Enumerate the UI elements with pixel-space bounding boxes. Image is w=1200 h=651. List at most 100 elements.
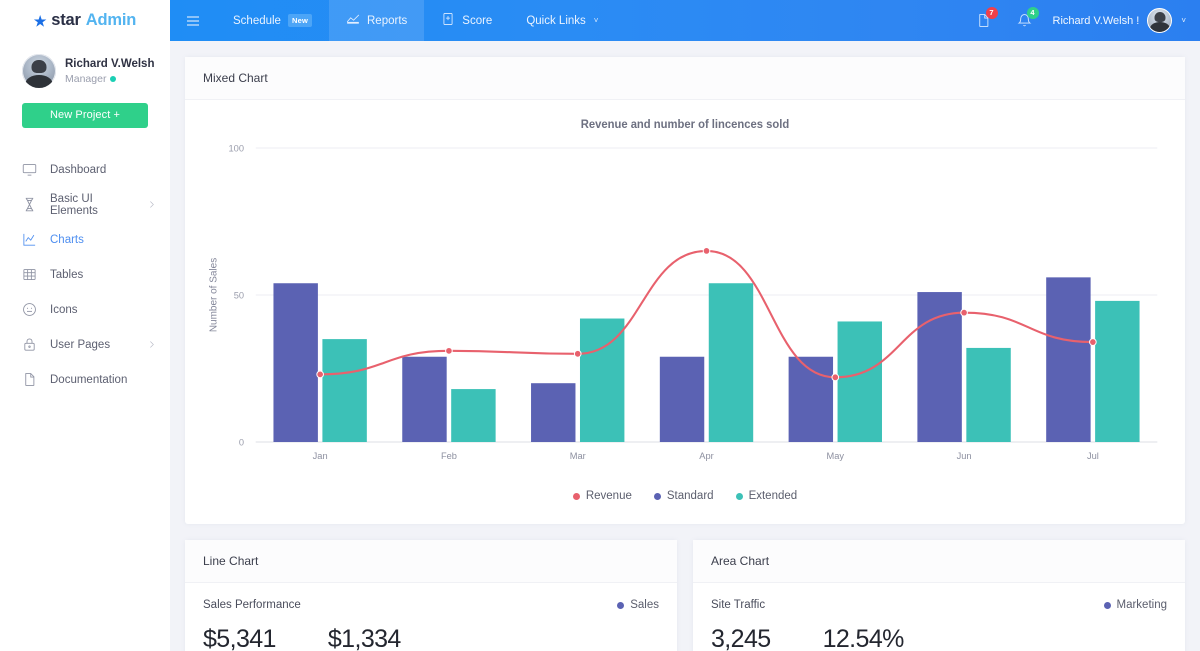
stat-value: $5,341 bbox=[203, 625, 276, 651]
smiley-icon bbox=[22, 302, 37, 317]
brand-logo[interactable]: ★ starAdmin bbox=[0, 0, 170, 41]
sidebar-item-label: User Pages bbox=[50, 339, 134, 351]
monitor-icon bbox=[22, 162, 37, 177]
online-dot-icon bbox=[110, 76, 116, 82]
legend-swatch bbox=[654, 493, 661, 500]
legend-label: Extended bbox=[749, 490, 798, 502]
notifications-count-badge: 4 bbox=[1027, 7, 1039, 19]
chevron-right-icon bbox=[147, 340, 156, 349]
bottom-cards-row: Line Chart Sales Performance Sales $5,34… bbox=[185, 540, 1185, 651]
legend-label: Sales bbox=[630, 599, 659, 611]
sidebar-item-icons[interactable]: Icons bbox=[0, 292, 170, 327]
mixed-chart-card: Mixed Chart Revenue and number of lincen… bbox=[185, 57, 1185, 524]
svg-text:Feb: Feb bbox=[441, 450, 457, 461]
sidebar-item-basic-ui-elements[interactable]: Basic UI Elements bbox=[0, 187, 170, 222]
svg-text:50: 50 bbox=[234, 289, 244, 300]
svg-text:Jul: Jul bbox=[1087, 450, 1099, 461]
sidebar-item-label: Basic UI Elements bbox=[50, 193, 134, 217]
sidebar-item-tables[interactable]: Tables bbox=[0, 257, 170, 292]
mixed-chart-svg: Revenue and number of lincences sold Numb… bbox=[201, 114, 1169, 484]
profile-role-label: Manager bbox=[65, 73, 106, 85]
legend-label: Marketing bbox=[1117, 599, 1168, 611]
line-chart-subtitle: Sales Performance bbox=[203, 599, 301, 611]
notifications-button[interactable]: 4 bbox=[1004, 0, 1045, 41]
line-chart-card: Line Chart Sales Performance Sales $5,34… bbox=[185, 540, 677, 651]
reports-icon bbox=[346, 12, 360, 29]
svg-text:0: 0 bbox=[239, 436, 244, 447]
area-chart-body: Site Traffic Marketing 3,245 Users bbox=[693, 583, 1185, 651]
stat-profits: $1,334 Profits bbox=[328, 625, 401, 651]
area-chart-card: Area Chart Site Traffic Marketing 3,245 bbox=[693, 540, 1185, 651]
legend-label: Standard bbox=[667, 490, 714, 502]
navbar-item-schedule[interactable]: Schedule New bbox=[216, 0, 329, 41]
legend-item-revenue[interactable]: Revenue bbox=[573, 490, 632, 502]
navbar-user-menu[interactable]: Richard V.Welsh ! ˅ bbox=[1045, 0, 1200, 41]
area-chart-subtitle: Site Traffic bbox=[711, 599, 765, 611]
navbar-item-label: Schedule bbox=[233, 15, 281, 27]
svg-text:Jan: Jan bbox=[313, 450, 328, 461]
file-icon bbox=[22, 372, 37, 387]
stat-users: 3,245 Users bbox=[711, 625, 771, 651]
svg-text:100: 100 bbox=[229, 142, 244, 153]
card-title: Line Chart bbox=[185, 540, 677, 583]
navbar-item-score[interactable]: Score bbox=[424, 0, 509, 41]
navbar-user-name: Richard V.Welsh ! bbox=[1053, 15, 1140, 27]
hamburger-menu-icon[interactable] bbox=[170, 0, 216, 41]
mixed-chart-canvas[interactable]: Revenue and number of lincences sold Numb… bbox=[201, 114, 1169, 484]
legend-item-sales[interactable]: Sales bbox=[617, 599, 659, 611]
page-content: Mixed Chart Revenue and number of lincen… bbox=[170, 41, 1200, 651]
stat-bounce-rate: 12.54% Bounce Rate bbox=[823, 625, 904, 651]
new-badge: New bbox=[288, 14, 312, 27]
brand-word-1: star bbox=[51, 11, 80, 30]
area-chart-stats: 3,245 Users 12.54% Bounce Rate bbox=[709, 611, 1169, 651]
chart-line-icon bbox=[22, 232, 37, 247]
svg-text:Number of Sales: Number of Sales bbox=[209, 258, 220, 332]
svg-text:Jun: Jun bbox=[957, 450, 972, 461]
svg-text:Revenue and number of lincence: Revenue and number of lincences sold bbox=[581, 119, 790, 131]
svg-text:Apr: Apr bbox=[699, 450, 713, 461]
legend-item-marketing[interactable]: Marketing bbox=[1104, 599, 1168, 611]
messages-count-badge: 7 bbox=[986, 7, 998, 19]
sidebar-nav: Dashboard Basic UI Elements Charts Table… bbox=[0, 152, 170, 397]
profile-name: Richard V.Welsh bbox=[65, 57, 154, 73]
svg-text:May: May bbox=[827, 450, 845, 461]
chevron-down-icon: ˅ bbox=[1181, 16, 1186, 25]
profile-role: Manager bbox=[65, 73, 154, 85]
navbar-item-reports[interactable]: Reports bbox=[329, 0, 424, 41]
sidebar-item-label: Dashboard bbox=[50, 164, 156, 176]
sidebar-item-user-pages[interactable]: User Pages bbox=[0, 327, 170, 362]
table-grid-icon bbox=[22, 267, 37, 282]
legend-swatch bbox=[573, 493, 580, 500]
legend-item-extended[interactable]: Extended bbox=[736, 490, 798, 502]
sidebar-item-label: Tables bbox=[50, 269, 156, 281]
new-project-button[interactable]: New Project + bbox=[22, 103, 148, 128]
mixed-chart-body: Revenue and number of lincences sold Numb… bbox=[185, 100, 1185, 524]
messages-button[interactable]: 7 bbox=[963, 0, 1004, 41]
avatar bbox=[1147, 8, 1172, 33]
chevron-down-icon: ˅ bbox=[594, 16, 599, 25]
stat-value: 12.54% bbox=[823, 625, 904, 651]
legend-swatch bbox=[617, 602, 624, 609]
star-icon: ★ bbox=[34, 14, 46, 28]
navbar-item-quick-links[interactable]: Quick Links ˅ bbox=[509, 0, 615, 41]
sidebar-item-label: Charts bbox=[50, 234, 156, 246]
score-icon bbox=[441, 12, 455, 29]
sidebar-item-charts[interactable]: Charts bbox=[0, 222, 170, 257]
line-chart-header: Sales Performance Sales bbox=[201, 597, 661, 611]
sidebar-profile[interactable]: Richard V.Welsh Manager bbox=[0, 41, 170, 101]
card-title: Area Chart bbox=[693, 540, 1185, 583]
hourglass-icon bbox=[22, 197, 37, 212]
legend-item-standard[interactable]: Standard bbox=[654, 490, 714, 502]
top-navbar: Schedule New Reports Score Quick Links ˅… bbox=[170, 0, 1200, 41]
line-chart-stats: $5,341 Sales $1,334 Profits bbox=[201, 611, 661, 651]
sidebar-item-dashboard[interactable]: Dashboard bbox=[0, 152, 170, 187]
main-area: Schedule New Reports Score Quick Links ˅… bbox=[170, 0, 1200, 651]
stat-sales: $5,341 Sales bbox=[203, 625, 276, 651]
legend-swatch bbox=[736, 493, 743, 500]
sidebar-item-documentation[interactable]: Documentation bbox=[0, 362, 170, 397]
legend-label: Revenue bbox=[586, 490, 632, 502]
area-chart-header: Site Traffic Marketing bbox=[709, 597, 1169, 611]
sidebar-item-label: Icons bbox=[50, 304, 156, 316]
app-root: ★ starAdmin Richard V.Welsh Manager New … bbox=[0, 0, 1200, 651]
chevron-right-icon bbox=[147, 200, 156, 209]
